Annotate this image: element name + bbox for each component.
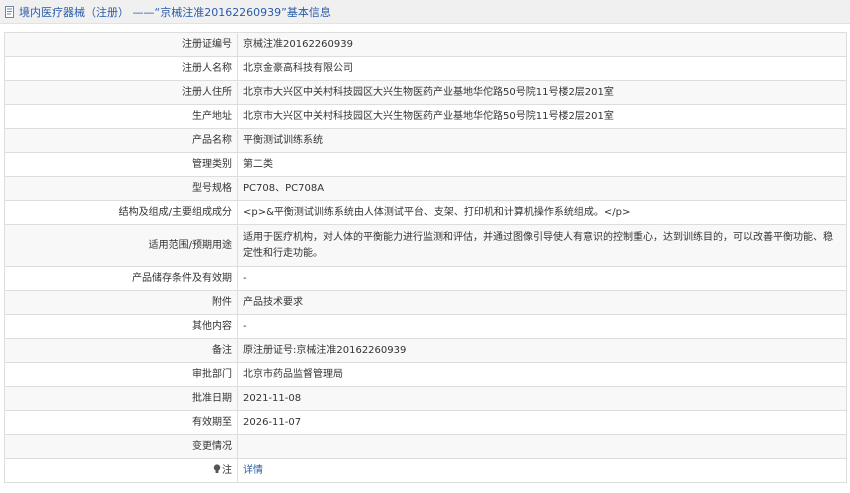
table-row: 结构及组成/主要组成成分 <p>&平衡测试训练系统由人体测试平台、支架、打印机和… xyxy=(4,200,847,225)
row-label: 附件 xyxy=(4,290,238,315)
row-label: 注册人住所 xyxy=(4,80,238,105)
table-row: 变更情况 xyxy=(4,434,847,459)
row-value: 北京金豪高科技有限公司 xyxy=(237,56,847,81)
row-label: 产品名称 xyxy=(4,128,238,153)
table-row: 有效期至 2026-11-07 xyxy=(4,410,847,435)
note-label: 注 xyxy=(222,464,232,476)
row-label: 型号规格 xyxy=(4,176,238,201)
row-value: <p>&平衡测试训练系统由人体测试平台、支架、打印机和计算机操作系统组成。</p… xyxy=(237,200,847,225)
row-value: 京械注准20162260939 xyxy=(237,32,847,57)
row-value: 第二类 xyxy=(237,152,847,177)
row-label: 产品储存条件及有效期 xyxy=(4,266,238,291)
row-label: 管理类别 xyxy=(4,152,238,177)
row-value: 2021-11-08 xyxy=(237,386,847,411)
registration-info-table: 注册证编号 京械注准20162260939 注册人名称 北京金豪高科技有限公司 … xyxy=(4,32,847,483)
table-row: 注册人名称 北京金豪高科技有限公司 xyxy=(4,56,847,81)
row-value: 原注册证号:京械注准20162260939 xyxy=(237,338,847,363)
row-value: 平衡测试训练系统 xyxy=(237,128,847,153)
table-row: 型号规格 PC708、PC708A xyxy=(4,176,847,201)
row-value: 北京市大兴区中关村科技园区大兴生物医药产业基地华佗路50号院11号楼2层201室 xyxy=(237,80,847,105)
row-label: 审批部门 xyxy=(4,362,238,387)
note-label-cell: 注 xyxy=(4,458,238,483)
row-value: - xyxy=(237,314,847,339)
lightbulb-icon xyxy=(213,463,221,473)
table-row: 产品储存条件及有效期 - xyxy=(4,266,847,291)
table-row: 注册人住所 北京市大兴区中关村科技园区大兴生物医药产业基地华佗路50号院11号楼… xyxy=(4,80,847,105)
row-value: 2026-11-07 xyxy=(237,410,847,435)
details-link[interactable]: 详情 xyxy=(243,465,263,476)
row-label: 注册人名称 xyxy=(4,56,238,81)
row-label: 结构及组成/主要组成成分 xyxy=(4,200,238,225)
row-label: 其他内容 xyxy=(4,314,238,339)
row-label: 适用范围/预期用途 xyxy=(4,224,238,267)
table-row: 注册证编号 京械注准20162260939 xyxy=(4,32,847,57)
page-header: 境内医疗器械（注册） ——“京械注准20162260939”基本信息 xyxy=(0,0,850,24)
table-row: 备注 原注册证号:京械注准20162260939 xyxy=(4,338,847,363)
row-value xyxy=(237,434,847,459)
row-label: 注册证编号 xyxy=(4,32,238,57)
table-row: 审批部门 北京市药品监督管理局 xyxy=(4,362,847,387)
row-value: 北京市药品监督管理局 xyxy=(237,362,847,387)
row-value: 北京市大兴区中关村科技园区大兴生物医药产业基地华佗路50号院11号楼2层201室 xyxy=(237,104,847,129)
table-row: 产品名称 平衡测试训练系统 xyxy=(4,128,847,153)
table-row: 其他内容 - xyxy=(4,314,847,339)
row-value: PC708、PC708A xyxy=(237,176,847,201)
registration-info-table-wrap: 注册证编号 京械注准20162260939 注册人名称 北京金豪高科技有限公司 … xyxy=(4,32,847,483)
table-row: 管理类别 第二类 xyxy=(4,152,847,177)
note-value-cell: 详情 xyxy=(237,458,847,483)
row-label: 批准日期 xyxy=(4,386,238,411)
row-value: - xyxy=(237,266,847,291)
table-row: 生产地址 北京市大兴区中关村科技园区大兴生物医药产业基地华佗路50号院11号楼2… xyxy=(4,104,847,129)
table-row: 适用范围/预期用途 适用于医疗机构，对人体的平衡能力进行监测和评估，并通过图像引… xyxy=(4,224,847,267)
table-row: 附件 产品技术要求 xyxy=(4,290,847,315)
row-value: 适用于医疗机构，对人体的平衡能力进行监测和评估，并通过图像引导使人有意识的控制重… xyxy=(237,224,847,267)
row-value: 产品技术要求 xyxy=(237,290,847,315)
row-label: 备注 xyxy=(4,338,238,363)
page-title: 境内医疗器械（注册） ——“京械注准20162260939”基本信息 xyxy=(19,5,331,19)
row-label: 有效期至 xyxy=(4,410,238,435)
row-label: 生产地址 xyxy=(4,104,238,129)
row-label: 变更情况 xyxy=(4,434,238,459)
note-row: 注 详情 xyxy=(4,458,847,483)
document-icon xyxy=(5,5,14,18)
table-row: 批准日期 2021-11-08 xyxy=(4,386,847,411)
